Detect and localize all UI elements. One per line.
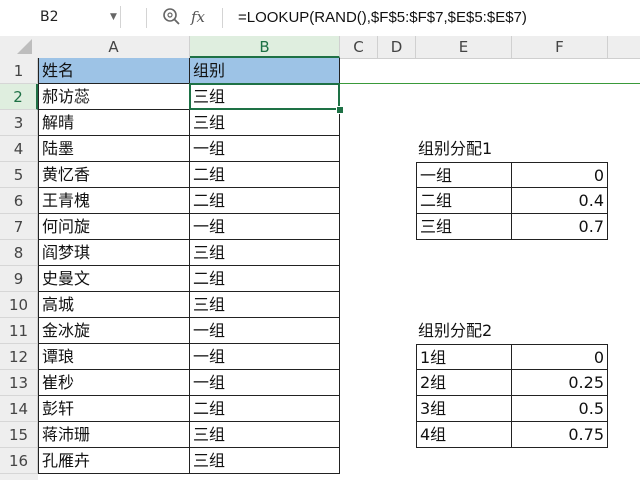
spreadsheet-grid: ABCDEF 1 2 3 4 5 6 7 8 9 10 11 12 13 14 15 16 姓名 组别 郝访蕊 三组…	[0, 36, 640, 480]
magnifier-icon[interactable]	[162, 7, 182, 27]
table-cell[interactable]: 黄忆香	[38, 162, 190, 188]
fx-icon[interactable]: fx	[191, 7, 205, 27]
table-cell[interactable]: 一组	[190, 344, 340, 370]
name-box-dropdown-icon[interactable]: ▼	[110, 6, 117, 28]
table-cell[interactable]: 金冰旋	[38, 318, 190, 344]
formula-input[interactable]: =LOOKUP(RAND(),$F$5:$F$7,$E$5:$E$7)	[238, 6, 527, 30]
table-cell[interactable]: 何问旋	[38, 214, 190, 240]
table-cell[interactable]: 谭琅	[38, 344, 190, 370]
group-table-2-value-cell[interactable]: 0	[512, 344, 608, 370]
group-table-1-group-cell[interactable]: 三组	[416, 214, 512, 240]
group-table-2-title: 组别分配2	[418, 321, 493, 340]
select-all-icon	[17, 39, 32, 54]
row-header-6[interactable]: 6	[0, 188, 38, 214]
row-header-3[interactable]: 3	[0, 110, 38, 136]
table-header-cell[interactable]: 组别	[190, 58, 340, 84]
table-cell[interactable]: 史曼文	[38, 266, 190, 292]
table-header-cell[interactable]: 姓名	[38, 58, 190, 84]
table-cell[interactable]: 彭轩	[38, 396, 190, 422]
row-header-5[interactable]: 5	[0, 162, 38, 188]
table-cell[interactable]: 孔雁卉	[38, 448, 190, 474]
row-header-9[interactable]: 9	[0, 266, 38, 292]
table-cell[interactable]: 王青槐	[38, 188, 190, 214]
select-all-corner[interactable]	[0, 36, 38, 58]
row-highlight-line	[340, 83, 640, 84]
column-header-a[interactable]: A	[38, 36, 190, 58]
row-header-8[interactable]: 8	[0, 240, 38, 266]
name-box-value: B2	[40, 9, 59, 25]
table-cell[interactable]: 三组	[190, 292, 340, 318]
table-cell[interactable]: 郝访蕊	[38, 84, 190, 110]
fill-handle[interactable]	[336, 106, 344, 114]
group-table-2-group-cell[interactable]: 2组	[416, 370, 512, 396]
row-header-4[interactable]: 4	[0, 136, 38, 162]
row-header-16[interactable]: 16	[0, 448, 38, 474]
table-cell[interactable]: 阎梦琪	[38, 240, 190, 266]
formula-bar: B2 ▼ fx =LOOKUP(RAND(),$F$5:$F$7,$E$5:$E…	[0, 0, 640, 37]
table-cell[interactable]: 三组	[190, 448, 340, 474]
group-table-1-group-cell[interactable]: 一组	[416, 162, 512, 188]
column-header-d[interactable]: D	[378, 36, 416, 58]
group-table-2-group-cell[interactable]: 4组	[416, 422, 512, 448]
row-header-14[interactable]: 14	[0, 396, 38, 422]
active-cell-selection[interactable]	[189, 83, 340, 110]
row-header-15[interactable]: 15	[0, 422, 38, 448]
group-table-2-value-cell[interactable]: 0.5	[512, 396, 608, 422]
row-headers: 1 2 3 4 5 6 7 8 9 10 11 12 13 14 15 16	[0, 58, 38, 480]
table-cell[interactable]: 一组	[190, 136, 340, 162]
row-header-13[interactable]: 13	[0, 370, 38, 396]
name-box[interactable]: B2 ▼	[2, 6, 121, 28]
group-table-2-group-cell[interactable]: 3组	[416, 396, 512, 422]
table-cell[interactable]: 二组	[190, 396, 340, 422]
table-cell[interactable]: 高城	[38, 292, 190, 318]
group-table-1-value-cell[interactable]: 0.7	[512, 214, 608, 240]
column-header-f[interactable]: F	[512, 36, 608, 58]
table-cell[interactable]: 蒋沛珊	[38, 422, 190, 448]
row-header-11[interactable]: 11	[0, 318, 38, 344]
group-table-1-value-cell[interactable]: 0.4	[512, 188, 608, 214]
table-cell[interactable]: 一组	[190, 214, 340, 240]
column-header-e[interactable]: E	[416, 36, 512, 58]
row-header-1[interactable]: 1	[0, 58, 38, 84]
table-cell[interactable]: 二组	[190, 162, 340, 188]
group-table-2-value-cell[interactable]: 0.75	[512, 422, 608, 448]
group-table-1-title: 组别分配1	[418, 139, 493, 158]
table-cell[interactable]: 二组	[190, 188, 340, 214]
row-header-2[interactable]: 2	[0, 84, 38, 110]
column-headers: ABCDEF	[0, 36, 640, 59]
column-header-c[interactable]: C	[340, 36, 378, 58]
table-cell[interactable]: 三组	[190, 110, 340, 136]
group-table-2-group-cell[interactable]: 1组	[416, 344, 512, 370]
group-table-1-value-cell[interactable]: 0	[512, 162, 608, 188]
table-cell[interactable]: 三组	[190, 422, 340, 448]
row-header-7[interactable]: 7	[0, 214, 38, 240]
table-cell[interactable]: 解晴	[38, 110, 190, 136]
table-cell[interactable]: 一组	[190, 318, 340, 344]
table-cell[interactable]: 一组	[190, 370, 340, 396]
formula-bar-divider	[146, 8, 147, 28]
table-cell[interactable]: 陆墨	[38, 136, 190, 162]
cell-area[interactable]: 姓名 组别 郝访蕊 三组 解晴 三组 陆墨 一组 黄忆香 二组 王青槐 二组 何问旋 一组 阎梦琪 三组 史曼文…	[38, 58, 640, 480]
table-cell[interactable]: 三组	[190, 240, 340, 266]
formula-bar-divider	[222, 8, 223, 28]
table-cell[interactable]: 二组	[190, 266, 340, 292]
table-cell[interactable]: 崔秒	[38, 370, 190, 396]
group-table-1-group-cell[interactable]: 二组	[416, 188, 512, 214]
column-header-b[interactable]: B	[190, 36, 340, 58]
group-table-2-value-cell[interactable]: 0.25	[512, 370, 608, 396]
row-header-12[interactable]: 12	[0, 344, 38, 370]
row-header-10[interactable]: 10	[0, 292, 38, 318]
